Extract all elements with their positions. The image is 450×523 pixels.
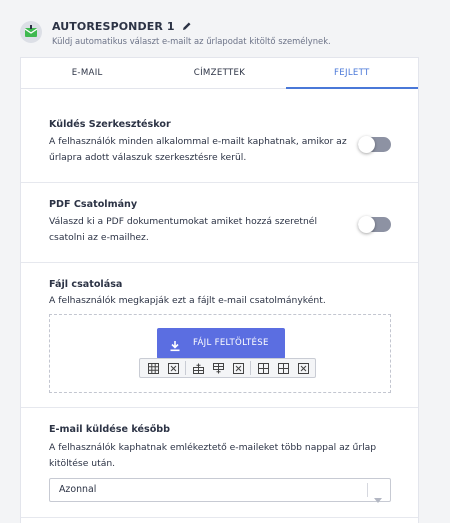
settings-panel: E-MAIL CÍMZETTEK FEJLETT Küldés Szerkesz… bbox=[20, 57, 419, 523]
table-toolbar bbox=[139, 358, 316, 378]
send-on-edit-toggle[interactable] bbox=[358, 136, 391, 153]
autoresponder-header: AUTORESPONDER 1 Küldj automatikus válasz… bbox=[0, 0, 450, 56]
tab-advanced[interactable]: FEJLETT bbox=[285, 58, 419, 89]
send-later-title: E-mail küldése később bbox=[49, 424, 171, 435]
send-on-edit-section: Küldés Szerkesztéskor A felhasználók min… bbox=[21, 89, 418, 183]
table-icon[interactable] bbox=[143, 360, 163, 376]
insert-column-left-icon[interactable] bbox=[253, 360, 273, 376]
autoresponder-title: AUTORESPONDER 1 bbox=[52, 20, 175, 33]
select-divider bbox=[367, 483, 368, 497]
autoresponder-icon bbox=[20, 21, 42, 43]
pencil-icon[interactable] bbox=[182, 21, 192, 34]
delete-row-icon[interactable] bbox=[228, 360, 248, 376]
page-title: AUTORESPONDER 1 bbox=[52, 20, 192, 34]
insert-row-below-icon[interactable] bbox=[208, 360, 228, 376]
toolbar-divider bbox=[185, 361, 186, 375]
send-later-description: A felhasználók kaphatnak emlékeztető e-m… bbox=[49, 442, 377, 469]
toggle-knob bbox=[358, 136, 375, 153]
send-on-edit-description: A felhasználók minden alkalommal e-mailt… bbox=[49, 136, 347, 163]
pdf-attachment-description: Válaszd ki a PDF dokumentumokat amiket h… bbox=[49, 216, 318, 243]
file-attach-title: Fájl csatolása bbox=[49, 279, 123, 290]
send-on-edit-title: Küldés Szerkesztéskor bbox=[49, 119, 171, 130]
pdf-attachment-toggle[interactable] bbox=[358, 216, 391, 233]
upload-file-label: FÁJL FELTÖLTÉSE bbox=[193, 338, 269, 348]
insert-row-above-icon[interactable] bbox=[188, 360, 208, 376]
send-later-select[interactable]: Azonnal bbox=[49, 478, 391, 503]
tab-bar: E-MAIL CÍMZETTEK FEJLETT bbox=[21, 58, 419, 89]
upload-file-button[interactable]: FÁJL FELTÖLTÉSE bbox=[157, 328, 285, 359]
pdf-attachment-section: PDF Csatolmány Válaszd ki a PDF dokument… bbox=[21, 183, 418, 263]
chevron-down-icon bbox=[374, 488, 382, 507]
delete-column-icon[interactable] bbox=[293, 360, 313, 376]
send-later-selected-value: Azonnal bbox=[59, 484, 97, 495]
insert-column-right-icon[interactable] bbox=[273, 360, 293, 376]
toolbar-divider bbox=[250, 361, 251, 375]
tab-recipients[interactable]: CÍMZETTEK bbox=[153, 58, 285, 88]
download-icon bbox=[169, 337, 181, 356]
file-attach-description: A felhasználók megkapják ezt a fájlt e-m… bbox=[49, 295, 326, 306]
delete-table-icon[interactable] bbox=[163, 360, 183, 376]
file-upload-dropzone[interactable]: FÁJL FELTÖLTÉSE bbox=[49, 314, 391, 393]
page-subtitle: Küldj automatikus választ e-mailt az űrl… bbox=[52, 36, 331, 46]
toggle-knob bbox=[358, 216, 375, 233]
pdf-attachment-title: PDF Csatolmány bbox=[49, 199, 138, 210]
tab-email[interactable]: E-MAIL bbox=[21, 58, 153, 88]
